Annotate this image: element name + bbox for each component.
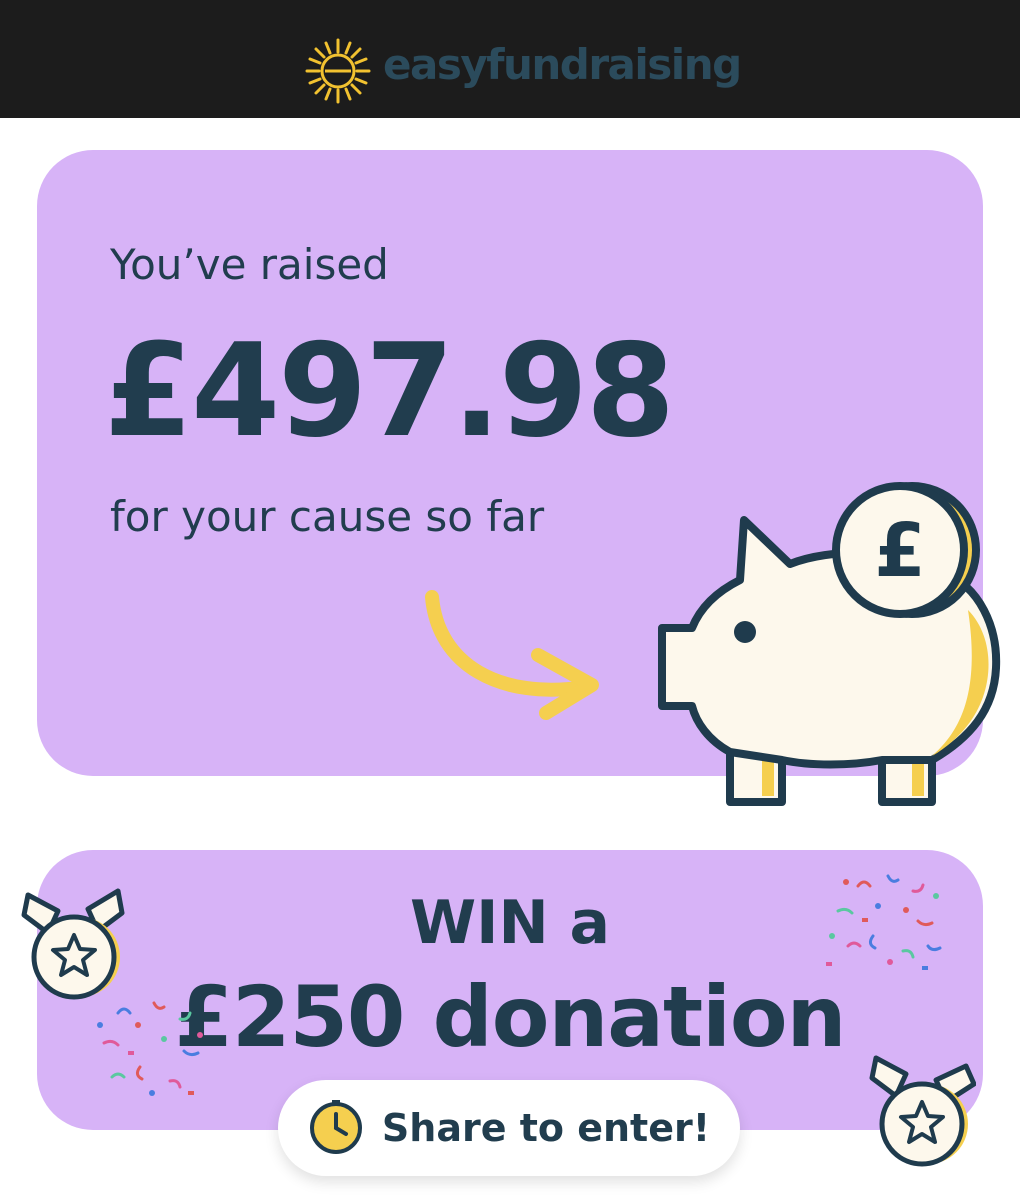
raised-intro: You’ve raised (110, 240, 389, 289)
coin-symbol: £ (874, 508, 926, 594)
top-bar: easyfundraising (0, 0, 1020, 118)
raised-amount: £497.98 (104, 317, 675, 466)
arrow-icon (425, 590, 599, 720)
medal-star-icon (21, 888, 125, 1000)
raised-caption: for your cause so far (110, 492, 545, 541)
brand-name: easyfundraising (383, 40, 742, 89)
brand-logo[interactable]: easyfundraising (303, 36, 742, 106)
sunburst-logo-icon (305, 38, 371, 104)
piggy-bank-icon: £ (658, 482, 1001, 806)
share-to-enter-button[interactable]: Share to enter! (278, 1080, 740, 1176)
share-button-label: Share to enter! (381, 1106, 711, 1150)
medal-star-icon (869, 1055, 976, 1167)
confetti-icon (826, 874, 942, 970)
clock-icon (309, 1100, 362, 1154)
confetti-icon (97, 1001, 203, 1096)
